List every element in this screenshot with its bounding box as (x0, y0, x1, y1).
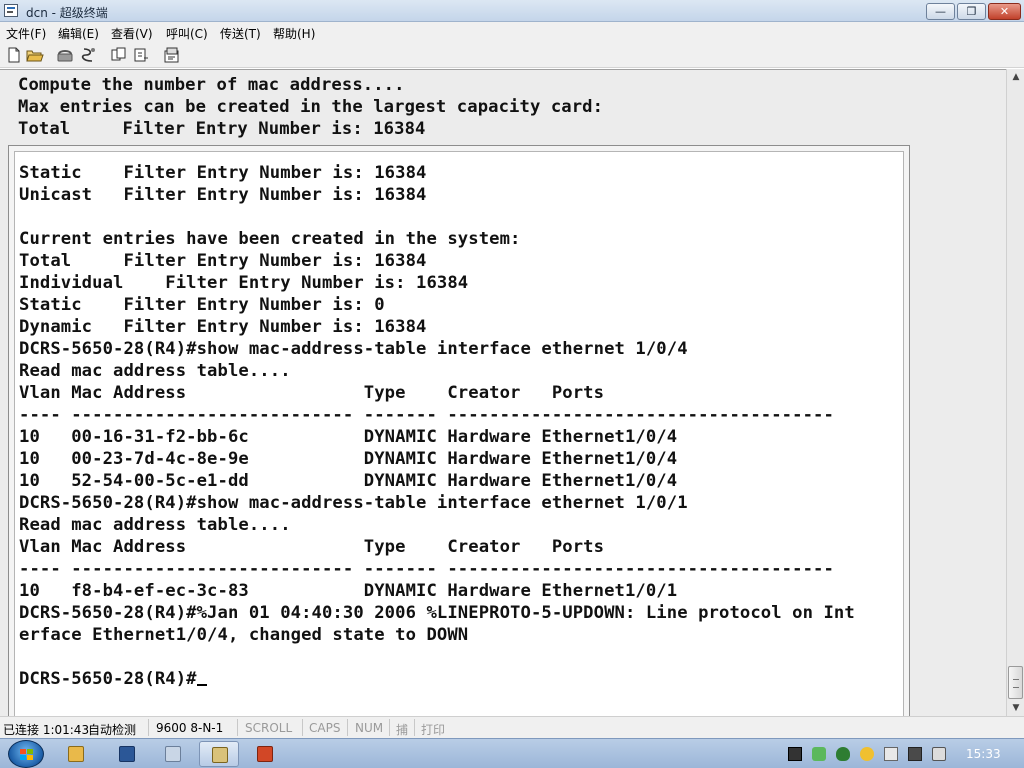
status-bar: 已连接 1:01:43 自动检测 9600 8-N-1 SCROLL CAPS … (0, 716, 1024, 738)
network-tray-icon[interactable] (812, 747, 826, 761)
terminal-line: Static Filter Entry Number is: 0 (19, 295, 385, 315)
terminal-line: Total Filter Entry Number is: 16384 (18, 119, 426, 139)
terminal-line: Current entries have been created in the… (19, 229, 521, 249)
terminal-line: Static Filter Entry Number is: 16384 (19, 163, 427, 183)
terminal-prompt-line[interactable]: DCRS-5650-28(R4)# (19, 668, 855, 690)
scroll-down-arrow-icon[interactable]: ▼ (1008, 700, 1024, 716)
terminal-line: DCRS-5650-28(R4)#show mac-address-table … (19, 493, 688, 513)
port-settings: 9600 8-N-1 (156, 721, 224, 735)
phone-call-icon[interactable] (56, 47, 74, 63)
hyperterminal-app-icon[interactable] (4, 4, 18, 17)
minimize-button[interactable]: — (926, 3, 955, 20)
terminal-line: Vlan Mac Address Type Creator Ports (19, 537, 605, 557)
close-button[interactable]: ✕ (988, 3, 1021, 20)
powerpoint-icon (257, 746, 273, 762)
taskbar-app-word[interactable] (107, 741, 147, 767)
start-button[interactable] (8, 740, 44, 768)
window-title: dcn - 超级终端 (26, 6, 108, 20)
terminal-line: Vlan Mac Address Type Creator Ports (19, 383, 605, 403)
properties-icon[interactable] (163, 47, 181, 63)
menu-bar: 文件(F) 编辑(E) 查看(V) 呼叫(C) 传送(T) 帮助(H) (0, 22, 1024, 43)
terminal-line: Read mac address table.... (19, 361, 291, 381)
word-document-icon (119, 746, 135, 762)
open-folder-icon[interactable] (26, 47, 44, 63)
connection-status: 已连接 1:01:43 (3, 723, 90, 737)
terminal-line: ---- --------------------------- -------… (19, 405, 834, 425)
terminal-screen-frame: Static Filter Entry Number is: 16384 Unic… (8, 145, 910, 768)
scroll-indicator: SCROLL (245, 721, 293, 735)
terminal-scrollback: Compute the number of mac address.... Ma… (18, 74, 603, 140)
terminal-line: Total Filter Entry Number is: 16384 (19, 251, 427, 271)
print-indicator: 打印 (421, 723, 446, 737)
libraries-icon (165, 746, 181, 762)
scroll-up-arrow-icon[interactable]: ▲ (1008, 69, 1024, 85)
num-indicator: NUM (355, 721, 384, 735)
terminal-line: 10 52-54-00-5c-e1-dd DYNAMIC Hardware Et… (19, 471, 678, 491)
terminal-line: Unicast Filter Entry Number is: 16384 (19, 185, 427, 205)
terminal-line: 10 f8-b4-ef-ec-3c-83 DYNAMIC Hardware Et… (19, 581, 678, 601)
title-bar: dcn - 超级终端 — ❐ ✕ (0, 0, 1024, 22)
capture-indicator: 捕 (396, 723, 409, 737)
menu-transfer[interactable]: 传送(T) (220, 25, 261, 42)
caps-indicator: CAPS (309, 721, 341, 735)
menu-view[interactable]: 查看(V) (111, 25, 153, 42)
menu-edit[interactable]: 编辑(E) (58, 25, 99, 42)
terminal-line: DCRS-5650-28(R4)#show mac-address-table … (19, 339, 688, 359)
security-shield-icon[interactable] (836, 747, 850, 761)
terminal-line: erface Ethernet1/0/4, changed state to D… (19, 625, 469, 645)
menu-file[interactable]: 文件(F) (6, 25, 46, 42)
taskbar: 15:33 (0, 738, 1024, 768)
receive-file-icon[interactable] (132, 47, 150, 63)
terminal-line: Dynamic Filter Entry Number is: 16384 (19, 317, 427, 337)
taskbar-app-libraries[interactable] (153, 741, 193, 767)
terminal-line: Individual Filter Entry Number is: 16384 (19, 273, 469, 293)
folder-icon (68, 746, 84, 762)
terminal-line: 10 00-16-31-f2-bb-6c DYNAMIC Hardware Et… (19, 427, 678, 447)
terminal-line: Read mac address table.... (19, 515, 291, 535)
detect-status: 自动检测 (88, 723, 137, 737)
terminal-line: DCRS-5650-28(R4)#%Jan 01 04:40:30 2006 %… (19, 603, 855, 623)
terminal-line: Max entries can be created in the larges… (18, 97, 604, 117)
hyperterminal-icon (212, 747, 228, 763)
terminal-prompt: DCRS-5650-28(R4)# (19, 669, 197, 689)
terminal-line: Compute the number of mac address.... (18, 75, 405, 95)
terminal-line: ---- --------------------------- -------… (19, 559, 834, 579)
disconnect-icon[interactable] (80, 47, 98, 63)
vertical-scrollbar[interactable]: ▲ ▼ (1006, 69, 1024, 716)
taskbar-app-hyperterminal[interactable] (199, 741, 239, 767)
taskbar-app-explorer[interactable] (56, 741, 96, 767)
maximize-button[interactable]: ❐ (957, 3, 986, 20)
text-cursor (196, 684, 207, 686)
taskbar-app-powerpoint[interactable] (245, 741, 285, 767)
media-tray-icon[interactable] (788, 747, 802, 761)
menu-help[interactable]: 帮助(H) (273, 25, 315, 42)
scrollbar-thumb[interactable] (1008, 666, 1023, 699)
send-file-icon[interactable] (110, 47, 128, 63)
chat-tray-icon[interactable] (860, 747, 874, 761)
terminal-line: 10 00-23-7d-4c-8e-9e DYNAMIC Hardware Et… (19, 449, 678, 469)
windows-logo-icon (20, 749, 33, 760)
new-document-icon[interactable] (5, 47, 23, 63)
taskbar-clock[interactable]: 15:33 (966, 747, 1001, 761)
menu-call[interactable]: 呼叫(C) (166, 25, 208, 42)
clipboard-tray-icon[interactable] (884, 747, 898, 761)
display-tray-icon[interactable] (908, 747, 922, 761)
terminal-output: Static Filter Entry Number is: 16384 Unic… (19, 162, 855, 690)
volume-icon[interactable] (932, 747, 946, 761)
terminal-screen[interactable]: Static Filter Entry Number is: 16384 Unic… (14, 151, 904, 768)
toolbar (0, 43, 1024, 68)
terminal-area[interactable]: Compute the number of mac address.... Ma… (0, 69, 1006, 768)
